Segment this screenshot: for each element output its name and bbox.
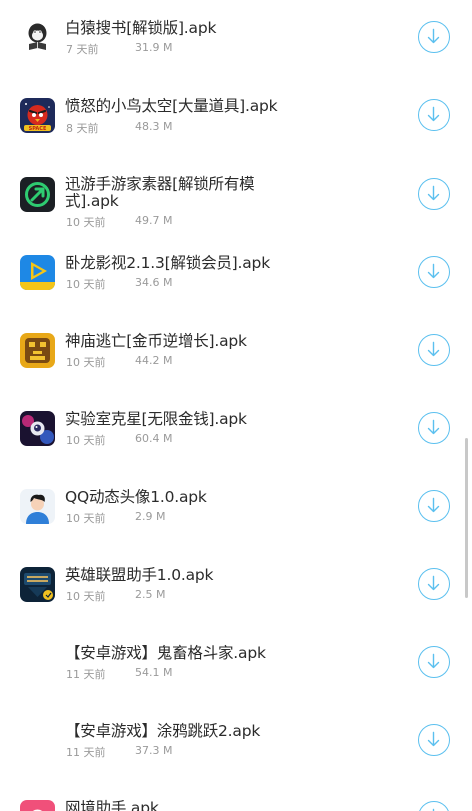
app-meta: 10 天前 2.5 M bbox=[66, 588, 165, 604]
app-size: 54.1 M bbox=[135, 666, 173, 679]
app-age: 10 天前 bbox=[66, 216, 106, 229]
vertical-scrollbar[interactable] bbox=[465, 438, 468, 598]
list-item[interactable]: 【安卓游戏】鬼畜格斗家.apk 11 天前 54.1 M bbox=[0, 624, 472, 702]
app-meta: 10 天前 49.7 M bbox=[66, 214, 172, 230]
app-meta: 7 天前 31.9 M bbox=[66, 41, 172, 57]
pink-app-icon bbox=[20, 800, 55, 811]
app-age: 10 天前 bbox=[66, 512, 106, 525]
app-size: 49.7 M bbox=[135, 214, 173, 227]
app-title: 白猿搜书[解锁版].apk bbox=[65, 19, 217, 37]
app-age: 7 天前 bbox=[66, 43, 99, 56]
xunyou-icon bbox=[20, 177, 55, 212]
temple-run-icon bbox=[20, 333, 55, 368]
avatar-person-icon bbox=[20, 489, 55, 524]
ape-book-icon bbox=[20, 20, 55, 55]
app-size: 31.9 M bbox=[135, 41, 173, 54]
app-meta: 11 天前 37.3 M bbox=[66, 744, 172, 760]
list-item[interactable]: 【安卓游戏】涂鸦跳跃2.apk 11 天前 37.3 M bbox=[0, 702, 472, 780]
list-item[interactable]: 神庙逃亡[金币逆增长].apk 10 天前 44.2 M bbox=[0, 312, 472, 390]
file-list-page: 白猿搜书[解锁版].apk 7 天前 31.9 M SPACE 愤怒的小鸟太空[… bbox=[0, 0, 472, 811]
app-size: 60.4 M bbox=[135, 432, 173, 445]
lol-helper-icon bbox=[20, 567, 55, 602]
list-item[interactable]: 卧龙影视2.1.3[解锁会员].apk 10 天前 34.6 M bbox=[0, 234, 472, 312]
app-age: 10 天前 bbox=[66, 590, 106, 603]
app-title: 卧龙影视2.1.3[解锁会员].apk bbox=[65, 254, 270, 272]
app-title: 【安卓游戏】鬼畜格斗家.apk bbox=[65, 644, 266, 662]
app-age: 8 天前 bbox=[66, 122, 99, 135]
app-meta: 10 天前 44.2 M bbox=[66, 354, 172, 370]
app-age: 11 天前 bbox=[66, 746, 106, 759]
download-button[interactable] bbox=[418, 21, 450, 53]
app-size: 34.6 M bbox=[135, 276, 173, 289]
play-video-icon bbox=[20, 255, 55, 290]
list-item[interactable]: SPACE 愤怒的小鸟太空[大量道具].apk 8 天前 48.3 M bbox=[0, 78, 472, 156]
app-age: 10 天前 bbox=[66, 278, 106, 291]
app-size: 48.3 M bbox=[135, 120, 173, 133]
app-title: 迅游手游家素器[解锁所有模式].apk bbox=[65, 175, 255, 210]
download-button[interactable] bbox=[418, 568, 450, 600]
app-title: 愤怒的小鸟太空[大量道具].apk bbox=[65, 97, 278, 115]
download-arrow-icon bbox=[427, 497, 440, 513]
angry-birds-space-icon: SPACE bbox=[20, 98, 55, 133]
lab-game-icon bbox=[20, 411, 55, 446]
app-meta: 10 天前 2.9 M bbox=[66, 510, 165, 526]
download-button[interactable] bbox=[418, 724, 450, 756]
app-size: 2.5 M bbox=[135, 588, 166, 601]
download-arrow-icon bbox=[427, 419, 440, 435]
app-age: 10 天前 bbox=[66, 356, 106, 369]
list-item[interactable]: 网境助手.apk bbox=[0, 780, 472, 811]
download-button[interactable] bbox=[418, 99, 450, 131]
download-arrow-icon bbox=[427, 341, 440, 357]
download-arrow-icon bbox=[427, 731, 440, 747]
app-meta: 10 天前 34.6 M bbox=[66, 276, 172, 292]
app-age: 11 天前 bbox=[66, 668, 106, 681]
app-title: 英雄联盟助手1.0.apk bbox=[65, 566, 214, 584]
list-item[interactable]: 白猿搜书[解锁版].apk 7 天前 31.9 M bbox=[0, 0, 472, 78]
app-title: 网境助手.apk bbox=[65, 799, 159, 811]
download-arrow-icon bbox=[427, 185, 440, 201]
download-arrow-icon bbox=[427, 653, 440, 669]
app-title: 神庙逃亡[金币逆增长].apk bbox=[65, 332, 247, 350]
app-title: QQ动态头像1.0.apk bbox=[65, 488, 207, 506]
download-button[interactable] bbox=[418, 801, 450, 811]
download-arrow-icon bbox=[427, 106, 440, 122]
app-size: 2.9 M bbox=[135, 510, 166, 523]
app-size: 44.2 M bbox=[135, 354, 173, 367]
app-title: 实验室克星[无限金钱].apk bbox=[65, 410, 247, 428]
svg-text:SPACE: SPACE bbox=[29, 126, 47, 132]
download-button[interactable] bbox=[418, 178, 450, 210]
download-button[interactable] bbox=[418, 334, 450, 366]
download-button[interactable] bbox=[418, 412, 450, 444]
download-button[interactable] bbox=[418, 256, 450, 288]
download-button[interactable] bbox=[418, 490, 450, 522]
download-button[interactable] bbox=[418, 646, 450, 678]
list-item[interactable]: QQ动态头像1.0.apk 10 天前 2.9 M bbox=[0, 468, 472, 546]
app-meta: 11 天前 54.1 M bbox=[66, 666, 172, 682]
app-title: 【安卓游戏】涂鸦跳跃2.apk bbox=[65, 722, 261, 740]
download-arrow-icon bbox=[427, 263, 440, 279]
app-meta: 10 天前 60.4 M bbox=[66, 432, 172, 448]
list-item[interactable]: 迅游手游家素器[解锁所有模式].apk 10 天前 49.7 M bbox=[0, 156, 472, 234]
app-age: 10 天前 bbox=[66, 434, 106, 447]
download-arrow-icon bbox=[427, 575, 440, 591]
app-meta: 8 天前 48.3 M bbox=[66, 120, 172, 136]
download-arrow-icon bbox=[432, 808, 435, 811]
list-item[interactable]: 实验室克星[无限金钱].apk 10 天前 60.4 M bbox=[0, 390, 472, 468]
list-item[interactable]: 英雄联盟助手1.0.apk 10 天前 2.5 M bbox=[0, 546, 472, 624]
download-arrow-icon bbox=[427, 28, 440, 44]
app-size: 37.3 M bbox=[135, 744, 173, 757]
